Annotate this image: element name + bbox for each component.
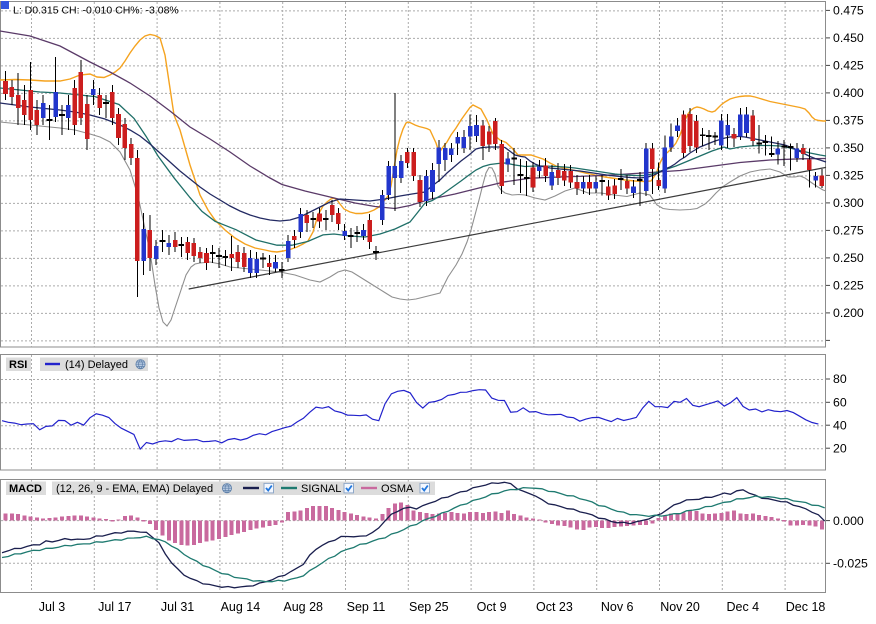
svg-text:Jul 3: Jul 3 [39,600,65,614]
svg-text:Oct 23: Oct 23 [536,600,573,614]
svg-text:0.400: 0.400 [833,86,864,100]
svg-text:(14) Delayed: (14) Delayed [65,359,128,371]
svg-text:Sep 11: Sep 11 [347,600,386,614]
svg-text:80: 80 [833,372,847,386]
svg-text:Aug 14: Aug 14 [221,600,261,614]
svg-text:0.200: 0.200 [833,306,864,320]
svg-text:0.375: 0.375 [833,114,864,128]
svg-text:0.325: 0.325 [833,169,864,183]
svg-text:-0.025: -0.025 [833,557,868,571]
svg-text:60: 60 [833,396,847,410]
svg-text:Oct 9: Oct 9 [477,600,507,614]
svg-text:RSI: RSI [9,359,27,371]
svg-text:Aug 28: Aug 28 [283,600,323,614]
svg-text:Sep 25: Sep 25 [409,600,449,614]
svg-text:SIGNAL: SIGNAL [301,483,341,495]
svg-text:0.250: 0.250 [833,251,864,265]
svg-text:Dec 18: Dec 18 [786,600,826,614]
svg-text:0.000: 0.000 [833,514,864,528]
svg-text:0.275: 0.275 [833,224,864,238]
svg-text:0.475: 0.475 [833,4,864,18]
svg-text:0.350: 0.350 [833,141,864,155]
svg-text:Jul 17: Jul 17 [98,600,131,614]
svg-text:OSMA: OSMA [381,483,414,495]
svg-text:Nov 6: Nov 6 [601,600,634,614]
svg-text:L: D0.315 CH: -0.010 CH%: -3.0: L: D0.315 CH: -0.010 CH%: -3.08% [13,5,179,17]
svg-text:0.300: 0.300 [833,196,864,210]
svg-text:0.225: 0.225 [833,279,864,293]
svg-text:Nov 20: Nov 20 [660,600,700,614]
svg-text:Jul 31: Jul 31 [161,600,194,614]
svg-text:Dec 4: Dec 4 [726,600,759,614]
svg-text:0.425: 0.425 [833,59,864,73]
svg-text:40: 40 [833,418,847,432]
svg-text:(12, 26, 9 - EMA, EMA) Delayed: (12, 26, 9 - EMA, EMA) Delayed [56,483,213,495]
svg-text:MACD: MACD [9,483,42,495]
svg-text:20: 20 [833,441,847,455]
svg-text:0.450: 0.450 [833,31,864,45]
